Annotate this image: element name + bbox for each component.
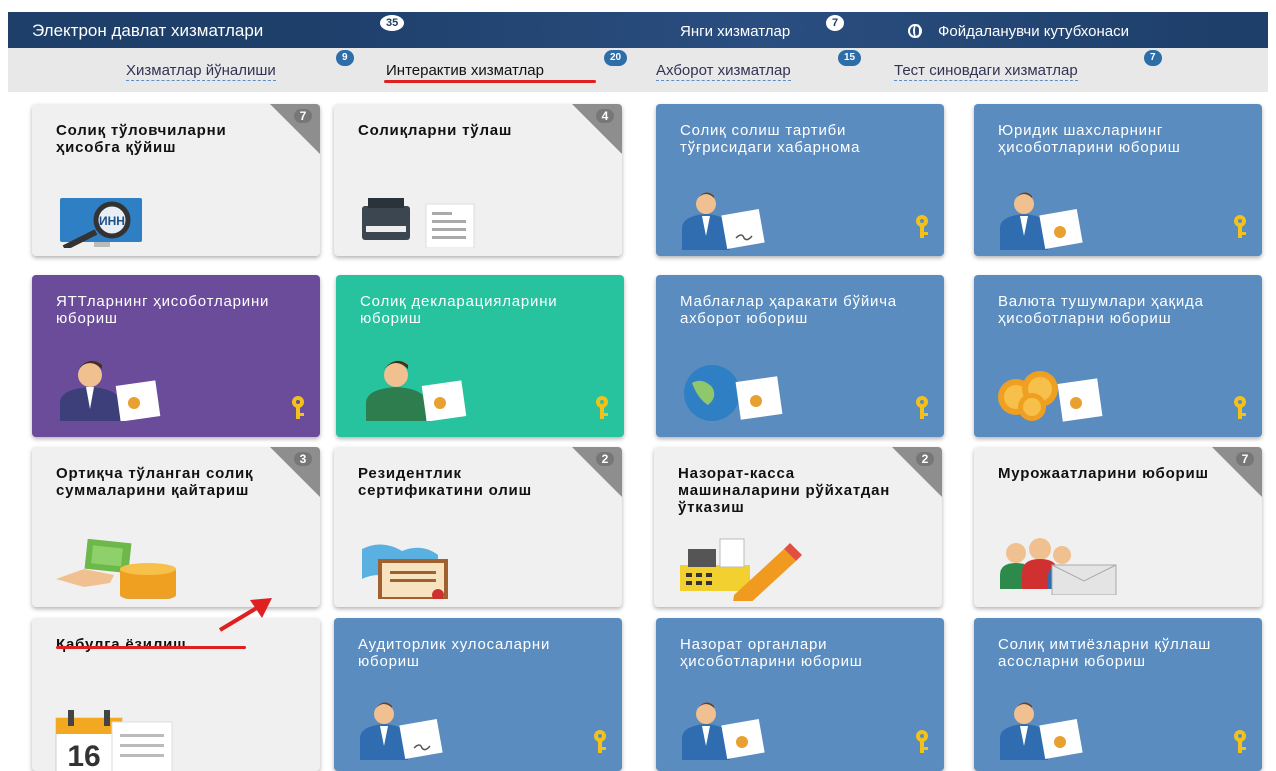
tile-title: Назорат органлари ҳисоботларини юбориш	[680, 636, 863, 670]
tile-send-appeals[interactable]: 7 Мурожаатларини юбориш	[974, 447, 1262, 607]
businessman-report-icon	[682, 702, 765, 760]
key-icon	[596, 396, 608, 419]
printer-document-icon	[362, 198, 475, 248]
tile-cash-register-registration[interactable]: 2 Назорат-касса машиналарини рўйхатдан ў…	[654, 447, 942, 607]
tab-label: Ахборот хизматлар	[656, 62, 791, 79]
tile-appointment-booking[interactable]: Қабулга ёзилиш 16	[32, 618, 320, 771]
businessman-document-icon	[360, 702, 443, 760]
services-tabs: Хизматлар йўналиши 9 Интерактив хизматла…	[8, 48, 1268, 92]
globe-document-icon	[684, 365, 783, 421]
tile-title: ЯТТларнинг ҳисоботларини юбориш	[56, 293, 270, 327]
key-icon	[1234, 215, 1246, 238]
tile-title: Солиқ имтиёзларни қўллаш асосларни юбори…	[998, 636, 1212, 670]
key-icon	[1234, 730, 1246, 753]
header-title-badge: 35	[380, 15, 405, 31]
tile-legal-entity-reports[interactable]: Юридик шахсларнинг ҳисоботларини юбориш	[974, 104, 1262, 256]
tile-title: Аудиторлик хулосаларни юбориш	[358, 636, 551, 670]
tile-tax-payment[interactable]: 4 Солиқларни тўлаш	[334, 104, 622, 256]
calendar-day-label: 16	[67, 740, 100, 771]
tile-title: Юридик шахсларнинг ҳисоботларини юбориш	[998, 122, 1181, 156]
tile-count-badge: 2	[596, 452, 614, 466]
red-arrow-icon	[218, 598, 272, 632]
tile-currency-receipts-reports[interactable]: Валюта тушумлари ҳақида ҳисоботларни юбо…	[974, 275, 1262, 437]
monitor-inn-search-icon: ИНН	[60, 198, 142, 248]
tile-count-badge: 2	[916, 452, 934, 466]
tile-control-bodies-reports[interactable]: Назорат органлари ҳисоботларини юбориш	[656, 618, 944, 771]
calendar-icon: 16	[55, 710, 173, 771]
globe-icon	[908, 24, 922, 38]
top-header-bar: Электрон давлат хизматлари 35 Янги хизма…	[8, 12, 1268, 48]
map-certificate-icon	[362, 544, 448, 599]
tile-title: Ортиқча тўланган солиқ суммаларини қайта…	[56, 465, 254, 499]
tile-funds-movement-info[interactable]: Маблағлар ҳаракати бўйича ахборот юбориш	[656, 275, 944, 437]
tile-title: Мурожаатларини юбориш	[998, 465, 1209, 482]
user-library-label: Фойдаланувчи кутубхонаси	[938, 23, 1129, 40]
businessman-document-icon	[682, 192, 765, 250]
new-services-badge: 7	[826, 15, 845, 31]
tab-label: Тест синовдаги хизматлар	[894, 62, 1078, 79]
active-tab-red-underline	[384, 80, 596, 83]
tile-title: Солиқ декларацияларини юбориш	[360, 293, 558, 327]
man-declaration-icon	[366, 360, 467, 421]
tile-audit-conclusions[interactable]: Аудиторлик хулосаларни юбориш	[334, 618, 622, 771]
key-icon	[916, 730, 928, 753]
tab-label: Интерактив хизматлар	[386, 62, 544, 79]
people-envelope-icon	[1000, 538, 1117, 595]
tile-title: Қабулга ёзилиш	[56, 636, 187, 653]
coins-document-icon	[998, 371, 1103, 422]
tab-badge: 7	[1144, 50, 1162, 66]
tile-title: Валюта тушумлари ҳақида ҳисоботларни юбо…	[998, 293, 1204, 327]
tile-title: Солиқларни тўлаш	[358, 122, 513, 139]
new-services-link[interactable]: Янги хизматлар	[680, 23, 790, 40]
hand-coins-icon	[56, 539, 176, 599]
tab-test-services[interactable]: Тест синовдаги хизматлар 7	[894, 50, 1162, 81]
tile-individual-entrepreneur-reports[interactable]: ЯТТларнинг ҳисоботларини юбориш	[32, 275, 320, 437]
businessman-report-icon	[1000, 702, 1083, 760]
businessman-report-icon	[1000, 192, 1083, 250]
tab-badge: 15	[838, 50, 862, 66]
tile-title: Солиқ тўловчиларни ҳисобга қўйиш	[56, 122, 227, 156]
tile-overpaid-tax-refund[interactable]: 3 Ортиқча тўланган солиқ суммаларини қай…	[32, 447, 320, 607]
key-icon	[292, 396, 304, 419]
inn-label: ИНН	[99, 214, 125, 228]
header-title[interactable]: Электрон давлат хизматлари	[32, 21, 263, 41]
tile-count-badge: 7	[1236, 452, 1254, 466]
tab-badge: 20	[604, 50, 628, 66]
tile-title: Солиқ солиш тартиби тўғрисидаги хабарном…	[680, 122, 861, 156]
appointment-red-underline	[56, 646, 246, 649]
tab-interactive-services[interactable]: Интерактив хизматлар 20	[386, 50, 628, 80]
tab-badge: 9	[336, 50, 354, 66]
key-icon	[1234, 396, 1246, 419]
cash-register-pencil-icon	[680, 538, 802, 601]
tile-count-badge: 7	[294, 109, 312, 123]
tile-tax-declarations[interactable]: Солиқ декларацияларини юбориш	[336, 275, 624, 437]
tile-count-badge: 4	[596, 109, 614, 123]
tab-label: Хизматлар йўналиши	[126, 62, 276, 79]
tab-information-services[interactable]: Ахборот хизматлар 15	[656, 50, 862, 81]
tile-title: Маблағлар ҳаракати бўйича ахборот юбориш	[680, 293, 897, 327]
key-icon	[916, 215, 928, 238]
tile-title: Назорат-касса машиналарини рўйхатдан ўтк…	[678, 465, 891, 516]
tab-service-directions[interactable]: Хизматлар йўналиши 9	[126, 50, 354, 81]
tile-tax-notice[interactable]: Солиқ солиш тартиби тўғрисидаги хабарном…	[656, 104, 944, 256]
key-icon	[594, 730, 606, 753]
tile-tax-benefits-grounds[interactable]: Солиқ имтиёзларни қўллаш асосларни юбори…	[974, 618, 1262, 771]
user-library-link[interactable]: Фойдаланувчи кутубхонаси	[908, 23, 1129, 40]
tile-residency-certificate[interactable]: 2 Резидентлик сертификатини олиш	[334, 447, 622, 607]
tile-count-badge: 3	[294, 452, 312, 466]
tile-title: Резидентлик сертификатини олиш	[358, 465, 532, 499]
man-document-chart-icon	[60, 360, 161, 421]
tile-tax-registration[interactable]: 7 Солиқ тўловчиларни ҳисобга қўйиш ИНН	[32, 104, 320, 256]
key-icon	[916, 396, 928, 419]
